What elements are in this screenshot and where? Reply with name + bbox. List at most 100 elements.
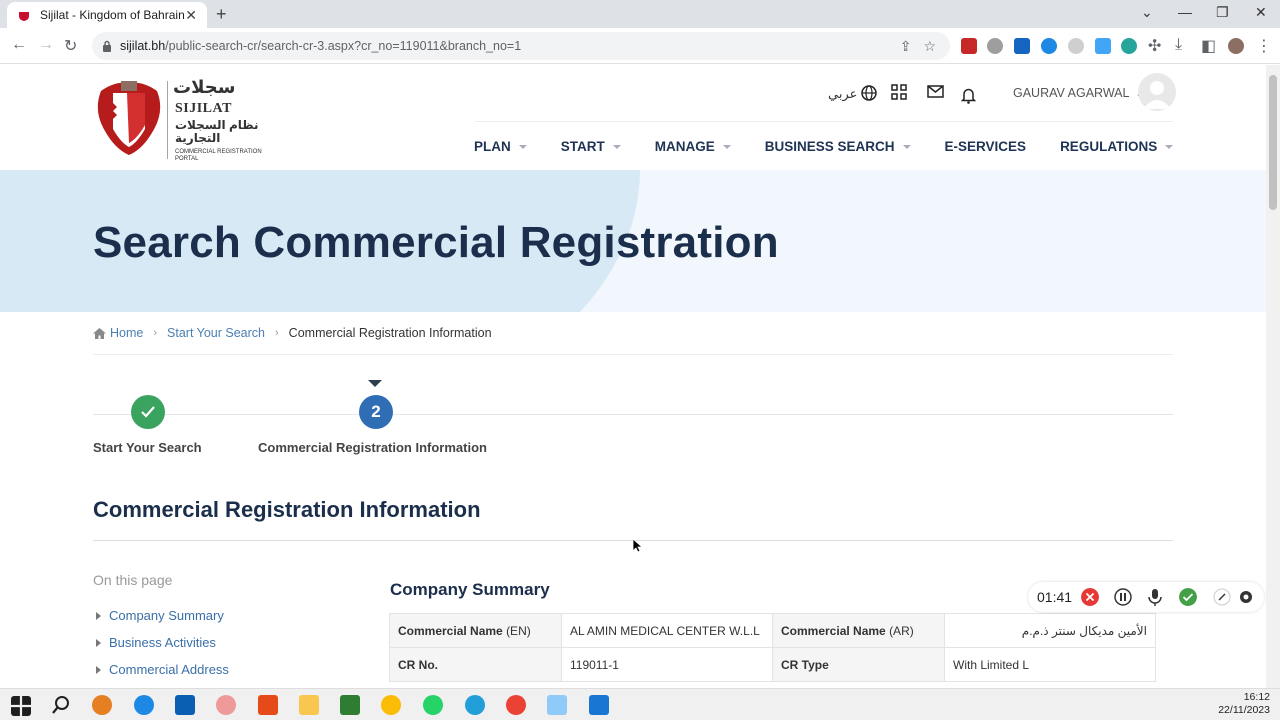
extension-red-icon[interactable] [961,38,977,54]
breadcrumb-start-search[interactable]: Start Your Search [167,326,265,340]
dropdown-caret-icon [518,144,527,149]
draw-pen-icon[interactable] [1213,588,1231,606]
whatsapp-icon[interactable] [423,695,443,715]
extension-chrome-icon[interactable] [1041,38,1057,54]
step-1-done[interactable] [131,395,165,429]
nav-manage[interactable]: MANAGE [655,139,731,154]
table-label-cell: CR Type [772,647,945,682]
microphone-icon[interactable] [1146,588,1164,606]
download-icon[interactable]: ⤓ [1175,36,1182,54]
screen-recorder-widget: 01:41 [1028,582,1264,612]
dropdown-caret-icon [612,144,621,149]
nav-e-services[interactable]: E-SERVICES [945,139,1027,154]
dashboard-grid-icon[interactable] [891,84,907,100]
taskbar-app-icon[interactable] [92,695,112,715]
new-tab-icon[interactable]: + [216,4,227,25]
confirm-check-icon[interactable] [1179,588,1197,606]
extension-cast-icon[interactable] [1095,38,1111,54]
pause-icon[interactable] [1114,588,1132,606]
nav-business-search[interactable]: BUSINESS SEARCH [765,139,911,154]
user-name: GAURAV AGARWAL [1013,86,1130,100]
nav-start[interactable]: START [561,139,621,154]
avatar-person-icon [1143,81,1171,109]
forward-icon[interactable]: → [38,36,54,54]
mail-icon[interactable] [927,85,944,98]
breadcrumb-home[interactable]: Home [110,326,143,340]
taskbar-blue-app-icon[interactable] [547,695,567,715]
browser-tab[interactable]: Sijilat - Kingdom of Bahrain ✕ [7,2,207,28]
system-clock[interactable]: 16:12 22/11/2023 [1218,691,1270,717]
browser-menu-icon[interactable]: ⋮ [1256,36,1272,56]
back-icon[interactable]: ← [11,36,27,54]
breadcrumb-separator-icon: › [153,327,158,339]
toc-label: Commercial Address [109,662,229,677]
user-menu[interactable]: GAURAV AGARWAL ⌄ [1013,86,1144,100]
side-panel-icon[interactable]: ◧ [1201,36,1216,56]
company-summary-title: Company Summary [390,580,550,599]
nav-start-label: START [560,139,605,154]
toc-company-summary[interactable]: Company Summary [96,608,224,623]
step-2-number: 2 [371,402,381,421]
nav-regulations-label: REGULATIONS [1060,139,1158,154]
label-suffix: (EN) [506,623,531,638]
telegram-icon[interactable] [465,695,485,715]
recording-time: 01:41 [1037,589,1073,605]
url-host: sijilat.bh [120,39,166,53]
table-value-cell: AL AMIN MEDICAL CENTER W.L.L [561,613,773,648]
search-icon[interactable] [51,695,71,715]
language-switch[interactable]: عربي [828,85,877,102]
nav-plan[interactable]: PLAN [474,139,527,154]
hero-banner: Search Commercial Registration [0,170,1266,312]
close-window-icon[interactable]: ✕ [1255,4,1267,21]
language-label: عربي [828,86,858,101]
checkmark-icon [141,406,155,418]
clock-date: 22/11/2023 [1218,704,1270,716]
taskbar-green-app-icon[interactable] [340,695,360,715]
nav-e-services-label: E-SERVICES [944,139,1027,154]
profile-avatar-icon[interactable] [1228,38,1244,54]
toc-business-activities[interactable]: Business Activities [96,635,216,650]
browser-toolbar: ← → ↻ sijilat.bh/public-search-cr/search… [0,28,1280,64]
mouse-cursor-icon [633,539,643,553]
breadcrumb: Home › Start Your Search › Commercial Re… [93,326,492,340]
share-icon[interactable]: ⇪ [900,38,912,55]
maximize-icon[interactable]: ❐ [1216,4,1229,21]
dropdown-caret-icon [1165,144,1174,149]
logo-english-subtitle: COMMERCIAL REGISTRATION PORTAL [175,149,262,162]
stop-recording-icon[interactable] [1081,588,1099,606]
photos-icon[interactable] [589,695,609,715]
file-explorer-icon[interactable] [299,695,319,715]
settings-gear-icon[interactable] [1237,588,1255,606]
sijilat-logo[interactable]: سجلات SIJILAT نظام السجلات التجارية COMM… [93,77,283,162]
windows-start-icon[interactable] [11,696,31,716]
scrollbar-thumb[interactable] [1269,75,1277,210]
chrome-active-icon[interactable] [506,695,526,715]
extensions-puzzle-icon[interactable]: ✣ [1148,36,1161,56]
chrome-icon[interactable] [381,695,401,715]
edge-browser-icon[interactable] [134,695,154,715]
address-bar[interactable]: sijilat.bh/public-search-cr/search-cr-3.… [92,32,950,60]
reload-icon[interactable]: ↻ [64,36,77,56]
company-summary-table: Commercial Name (EN) AL AMIN MEDICAL CEN… [389,613,1156,682]
toc-arrow-icon [96,638,101,647]
extension-globe-icon[interactable] [987,38,1003,54]
taskbar-red-app-icon[interactable] [258,695,278,715]
extension-teal-icon[interactable] [1121,38,1137,54]
toc-commercial-address[interactable]: Commercial Address [96,662,229,677]
minimize-icon[interactable]: — [1178,4,1192,20]
outlook-icon[interactable] [175,695,195,715]
extension-grey-icon[interactable] [1068,38,1084,54]
extension-blue-icon[interactable] [1014,38,1030,54]
tab-search-icon[interactable]: ⌄ [1141,4,1153,21]
breadcrumb-divider [93,354,1173,355]
globe-icon [861,85,877,101]
section-title: Commercial Registration Information [93,497,481,522]
user-avatar[interactable] [1138,73,1176,111]
page-scrollbar[interactable] [1266,65,1280,688]
close-tab-icon[interactable]: ✕ [185,7,197,24]
nav-regulations[interactable]: REGULATIONS [1060,139,1174,154]
snipping-tool-icon[interactable] [216,695,236,715]
bookmark-star-icon[interactable]: ☆ [923,38,936,55]
step-1-label[interactable]: Start Your Search [93,440,202,455]
notification-bell-icon[interactable] [961,87,976,104]
